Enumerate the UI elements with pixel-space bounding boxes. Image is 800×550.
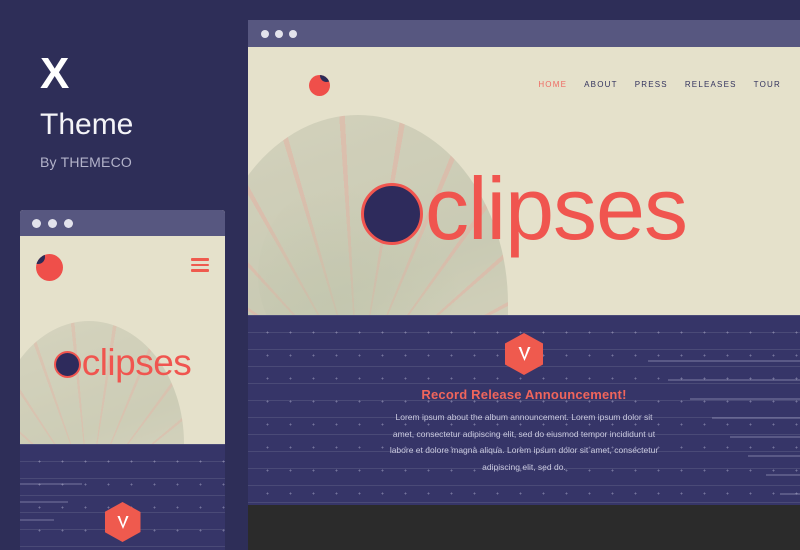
eclipse-logo-icon[interactable]	[36, 254, 63, 281]
nav-item-releases[interactable]: RELEASES	[685, 80, 737, 89]
announcement-section: Record Release Announcement! Lorem ipsum…	[248, 315, 800, 505]
mobile-ray-lines-pattern	[20, 483, 82, 521]
announcement-heading: Record Release Announcement!	[421, 387, 627, 402]
mobile-announcement-section	[20, 444, 225, 550]
desktop-navigation: HOME ABOUT PRESS RELEASES TOUR	[538, 80, 781, 89]
window-dot-icon[interactable]	[48, 218, 57, 228]
page-title-text: clipses	[425, 159, 688, 258]
nav-item-home[interactable]: HOME	[538, 80, 567, 89]
desktop-mockup: HOME ABOUT PRESS RELEASES TOUR clipses R…	[248, 20, 800, 550]
nav-item-tour[interactable]: TOUR	[754, 80, 781, 89]
eclipse-logo-icon[interactable]	[309, 75, 330, 96]
announcement-body: Lorem ipsum about the album announcement…	[389, 412, 659, 472]
hamburger-bar	[191, 258, 209, 261]
window-dot-icon[interactable]	[289, 29, 297, 38]
window-dot-icon[interactable]	[261, 29, 269, 38]
mobile-page-title-text: clipses	[81, 342, 192, 383]
mobile-mockup: clipses	[20, 210, 225, 550]
hamburger-bar	[191, 269, 209, 272]
mobile-page-title: clipses	[20, 344, 225, 381]
hamburger-menu-icon[interactable]	[191, 258, 209, 272]
nav-item-press[interactable]: PRESS	[635, 80, 668, 89]
eclipse-circle-icon	[53, 351, 81, 378]
brand-logo-letter: X	[40, 49, 69, 98]
hamburger-bar	[191, 263, 209, 266]
desktop-titlebar	[248, 20, 800, 47]
bird-glyph-icon	[116, 515, 129, 529]
window-dot-icon[interactable]	[64, 218, 73, 228]
brand-name: Theme	[40, 108, 134, 141]
eclipse-circle-icon	[361, 183, 423, 245]
window-dot-icon[interactable]	[32, 218, 41, 228]
mobile-hero: clipses	[20, 236, 225, 444]
footer-bar	[248, 505, 800, 550]
nav-item-about[interactable]: ABOUT	[584, 80, 618, 89]
bird-glyph-icon	[518, 347, 530, 361]
page-title: clipses	[248, 165, 800, 253]
desktop-hero: HOME ABOUT PRESS RELEASES TOUR clipses	[248, 47, 800, 315]
brand-author: By THEMECO	[40, 153, 132, 170]
window-dot-icon[interactable]	[275, 29, 283, 38]
mobile-titlebar	[20, 210, 225, 236]
